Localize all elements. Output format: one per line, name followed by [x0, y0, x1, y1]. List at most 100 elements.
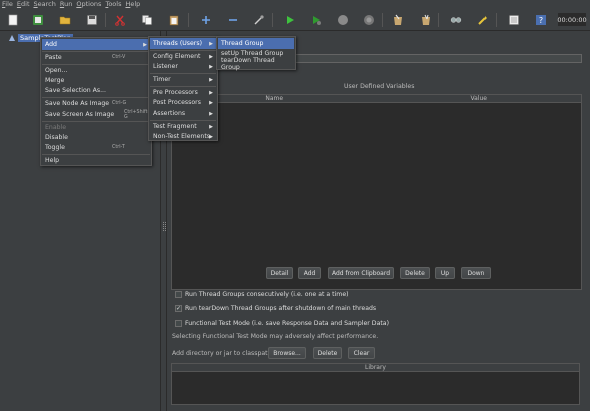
delete-button[interactable]: Delete — [400, 267, 430, 279]
svg-text:?: ? — [539, 16, 543, 25]
library-table-header: Library — [172, 364, 579, 372]
splitter-grip-icon[interactable] — [163, 222, 166, 231]
clear-icon[interactable] — [389, 12, 407, 28]
submenu-arrow-icon: ▶ — [209, 40, 213, 47]
context-menu-help[interactable]: Help — [42, 155, 150, 166]
paste-shortcut: Ctrl-V — [112, 55, 126, 60]
timer-label: Timer — [153, 76, 171, 83]
menu-bar: File Edit Search Run Options Tools Help — [0, 0, 590, 9]
submenu-assertions[interactable]: Assertions ▶ — [150, 108, 216, 119]
run-consecutively-label: Run Thread Groups consecutively (i.e. on… — [185, 291, 349, 298]
cut-icon[interactable] — [111, 12, 129, 28]
functional-mode-checkbox[interactable] — [175, 320, 182, 327]
browse-button[interactable]: Browse... — [268, 347, 306, 359]
teardown-thread-group-item[interactable]: tearDown Thread Group — [218, 57, 294, 71]
submenu-arrow-icon: ▶ — [209, 89, 213, 96]
down-button[interactable]: Down — [461, 267, 491, 279]
threads-label: Threads (Users) — [153, 40, 202, 47]
menu-file[interactable]: File — [0, 0, 15, 9]
test-fragment-label: Test Fragment — [153, 123, 197, 130]
function-helper-icon[interactable] — [505, 12, 523, 28]
submenu-arrow-icon: ▶ — [143, 41, 147, 48]
context-menu-add[interactable]: Add ▶ — [42, 39, 150, 50]
threads-submenu: Thread Group setUp Thread Group tearDown… — [216, 36, 296, 71]
up-button[interactable]: Up — [435, 267, 455, 279]
run-teardown-label: Run tearDown Thread Groups after shutdow… — [185, 305, 377, 312]
submenu-arrow-icon: ▶ — [209, 99, 213, 106]
submenu-post-processors[interactable]: Post Processors ▶ — [150, 97, 216, 108]
submenu-arrow-icon: ▶ — [209, 63, 213, 70]
run-teardown-checkbox[interactable]: ✓ — [175, 305, 182, 312]
new-icon[interactable] — [4, 12, 22, 28]
submenu-timer[interactable]: Timer ▶ — [150, 74, 216, 85]
elapsed-timer: 00:00:00 — [557, 13, 587, 26]
paste-label: Paste — [45, 54, 62, 61]
expand-icon[interactable] — [197, 12, 215, 28]
save-icon[interactable] — [83, 12, 101, 28]
submenu-arrow-icon: ▶ — [209, 133, 213, 140]
submenu-arrow-icon: ▶ — [209, 53, 213, 60]
save-screen-image-label: Save Screen As Image — [45, 111, 115, 118]
test-plan-icon — [9, 34, 15, 41]
functional-mode-label: Functional Test Mode (i.e. save Response… — [185, 320, 389, 327]
start-no-timers-icon[interactable] — [307, 12, 325, 28]
templates-icon[interactable] — [29, 12, 47, 28]
toggle-label: Toggle — [45, 144, 65, 151]
menu-edit[interactable]: Edit — [15, 0, 32, 9]
menu-options[interactable]: Options — [74, 0, 103, 9]
submenu-listener[interactable]: Listener ▶ — [150, 61, 216, 72]
context-menu-save-selection[interactable]: Save Selection As... — [42, 85, 150, 96]
open-icon[interactable] — [56, 12, 74, 28]
context-menu-toggle[interactable]: Toggle Ctrl-T — [42, 142, 150, 153]
search-icon[interactable] — [447, 12, 465, 28]
paste-icon[interactable] — [165, 12, 183, 28]
assertions-label: Assertions — [153, 110, 186, 117]
post-processors-label: Post Processors — [153, 99, 201, 106]
help-icon[interactable]: ? — [532, 12, 550, 28]
clear-button[interactable]: Clear — [348, 347, 375, 359]
submenu-threads[interactable]: Threads (Users) ▶ — [150, 38, 216, 49]
column-value[interactable]: Value — [377, 95, 582, 102]
config-element-label: Config Element — [153, 53, 201, 60]
detail-button[interactable]: Detail — [266, 267, 293, 279]
submenu-arrow-icon: ▶ — [209, 123, 213, 130]
toggle-icon[interactable] — [250, 12, 268, 28]
context-menu-save-screen-image[interactable]: Save Screen As Image Ctrl+Shift-G — [42, 109, 150, 120]
add-from-clipboard-button[interactable]: Add from Clipboard — [328, 267, 394, 279]
clear-all-icon[interactable] — [417, 12, 435, 28]
menu-search[interactable]: Search — [32, 0, 58, 9]
add-submenu: Threads (Users) ▶ Config Element ▶ Listene… — [148, 36, 218, 141]
column-library[interactable]: Library — [172, 364, 579, 371]
copy-icon[interactable] — [138, 12, 156, 28]
start-icon[interactable] — [281, 12, 299, 28]
add-button[interactable]: Add — [298, 267, 321, 279]
listener-label: Listener — [153, 63, 178, 70]
test-plan-panel: User Defined Variables Name Value Detail… — [168, 31, 590, 411]
toolbar: ? 00:00:00 — [0, 9, 590, 31]
stop-icon[interactable] — [334, 12, 352, 28]
pre-processors-label: Pre Processors — [153, 89, 198, 96]
toggle-shortcut: Ctrl-T — [112, 145, 125, 150]
context-menu-save-node-image[interactable]: Save Node As Image Ctrl-G — [42, 98, 150, 109]
context-menu-add-label: Add — [45, 41, 57, 48]
library-table[interactable]: Library — [171, 363, 580, 405]
functional-mode-warning: Selecting Functional Test Mode may adver… — [172, 333, 379, 340]
save-screen-image-shortcut: Ctrl+Shift-G — [124, 109, 150, 120]
save-node-image-shortcut: Ctrl-G — [112, 101, 127, 106]
context-menu-paste[interactable]: Paste Ctrl-V — [42, 52, 150, 63]
submenu-arrow-icon: ▶ — [209, 110, 213, 117]
menu-help[interactable]: Help — [123, 0, 142, 9]
shutdown-icon[interactable] — [360, 12, 378, 28]
non-test-elements-label: Non-Test Elements — [153, 133, 210, 140]
collapse-icon[interactable] — [224, 12, 242, 28]
reset-search-icon[interactable] — [474, 12, 492, 28]
run-consecutively-checkbox[interactable] — [175, 291, 182, 298]
submenu-non-test-elements[interactable]: Non-Test Elements ▶ — [150, 131, 216, 142]
context-menu: Add ▶ Paste Ctrl-V Open... Merge Save Sele… — [40, 37, 152, 166]
menu-tools[interactable]: Tools — [103, 0, 123, 9]
classpath-delete-button[interactable]: Delete — [313, 347, 342, 359]
variables-table-header: Name Value — [172, 95, 581, 103]
save-node-image-label: Save Node As Image — [45, 100, 110, 107]
menu-run[interactable]: Run — [58, 0, 74, 9]
variables-table[interactable]: Name Value — [171, 94, 582, 290]
